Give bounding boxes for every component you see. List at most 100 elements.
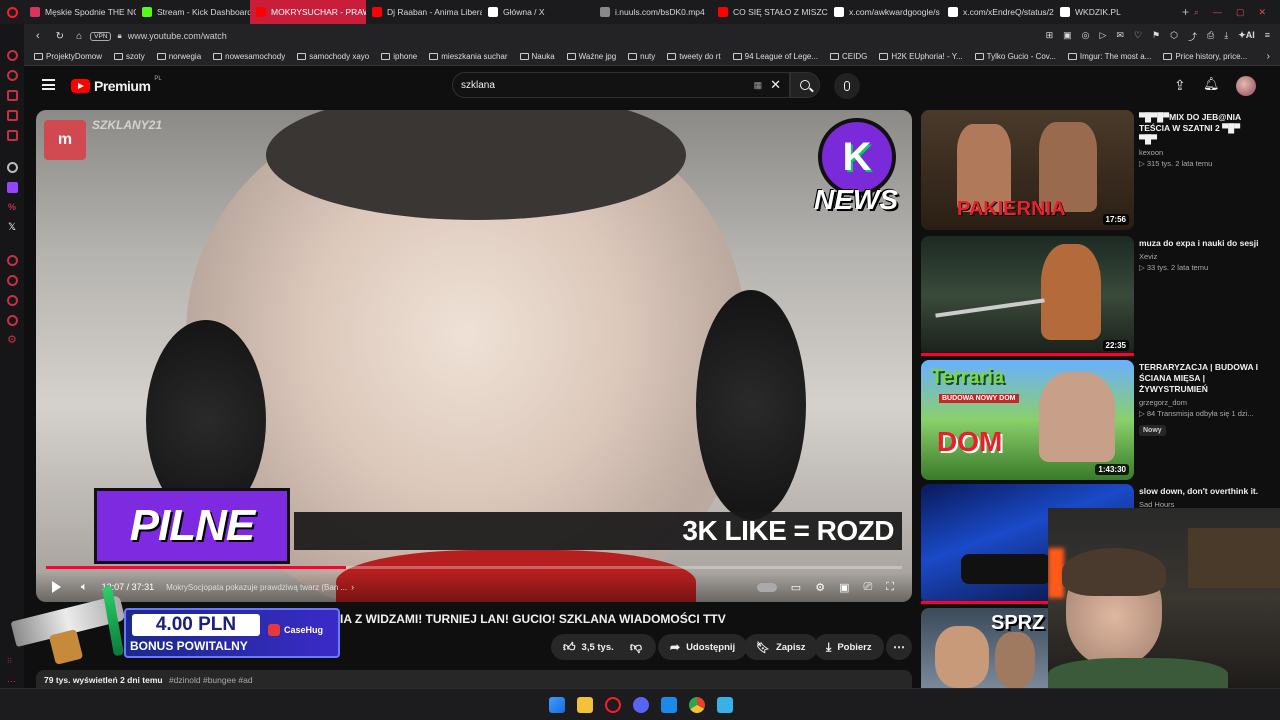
recommended-video-meta[interactable]: ▀█▀█▀MIX DO JEB@NIA TEŚCIA W SZATNI 2 ▀█… bbox=[1139, 112, 1259, 169]
share-button[interactable]: ➦ Udostępnij bbox=[658, 634, 748, 660]
dislike-button[interactable]: 👎︎ bbox=[616, 634, 656, 660]
recommended-video-thumbnail[interactable] bbox=[921, 236, 1134, 356]
youtube-logo[interactable]: Premium PL bbox=[71, 76, 162, 94]
play-button[interactable] bbox=[52, 581, 61, 593]
chrome-taskbar-icon[interactable] bbox=[689, 697, 705, 713]
tab-2[interactable]: MOKRYSUCHAR - PRAWDA bbox=[250, 0, 366, 24]
player-icon[interactable] bbox=[7, 110, 18, 121]
bookmark-item[interactable]: Ważne jpg bbox=[566, 52, 616, 61]
wallet-icon[interactable] bbox=[7, 90, 18, 101]
reload-icon[interactable]: ↻ bbox=[56, 31, 64, 42]
search-box[interactable]: szklana ▦ ✕ bbox=[452, 72, 790, 98]
recommended-title[interactable]: muza do expa i nauki do sesji bbox=[1139, 238, 1259, 249]
settings-icon[interactable]: ⚙ bbox=[7, 333, 17, 346]
volume-icon[interactable]: 🔈︎ bbox=[81, 581, 88, 594]
tab-8[interactable]: x.com/xEndreQ/status/2 bbox=[942, 0, 1054, 24]
subtitles-icon[interactable]: ▭ bbox=[791, 581, 801, 594]
clock-icon[interactable] bbox=[7, 315, 18, 326]
tab-0[interactable]: Męskie Spodnie THE NORTH bbox=[24, 0, 136, 24]
opera-menu-icon[interactable] bbox=[0, 0, 24, 24]
extension-icon-3[interactable]: ◎ bbox=[1082, 30, 1090, 43]
fullscreen-icon[interactable]: ⛶ bbox=[886, 581, 894, 594]
voice-search-button[interactable] bbox=[834, 73, 860, 99]
search-input[interactable]: szklana bbox=[461, 80, 495, 91]
share-icon[interactable]: ⤴ bbox=[1188, 30, 1197, 43]
chapter-chevron-icon[interactable]: › bbox=[351, 582, 354, 592]
chatgpt-icon[interactable] bbox=[7, 162, 18, 173]
recommended-title[interactable]: slow down, don't overthink it. bbox=[1139, 486, 1259, 497]
notifications-bell-icon[interactable]: 🔔︎ bbox=[1203, 76, 1220, 92]
history-icon[interactable] bbox=[7, 255, 18, 266]
clear-search-icon[interactable]: ✕ bbox=[770, 77, 781, 93]
create-upload-icon[interactable]: ⇪ bbox=[1174, 77, 1186, 94]
bookmark-item[interactable]: mieszkania suchar bbox=[429, 52, 508, 61]
more-actions-button[interactable]: ⋯ bbox=[886, 634, 912, 660]
video-player[interactable]: m SZKLANY21 K NEWS PILNE 3K LIKE = ROZD … bbox=[36, 110, 912, 602]
like-button[interactable]: 👍︎ 3,5 tys. bbox=[551, 634, 626, 660]
app-taskbar-icon-blue[interactable] bbox=[661, 697, 677, 713]
settings-gear-icon[interactable]: ⚙ bbox=[815, 581, 825, 594]
bookmark-item[interactable]: nuty bbox=[628, 52, 655, 61]
tab-9[interactable]: WKDZIK.PL bbox=[1054, 0, 1168, 24]
windows-start-icon[interactable] bbox=[549, 697, 565, 713]
url-field[interactable]: www.youtube.com/watch bbox=[128, 31, 227, 41]
extension-icon-6[interactable]: ⚑ bbox=[1152, 30, 1160, 43]
bookmark-item[interactable]: CEIDG bbox=[830, 52, 867, 61]
tab-1[interactable]: Stream - Kick Dashboard bbox=[136, 0, 250, 24]
bookmark-item[interactable]: H2K EUphoria! - Y... bbox=[879, 52, 963, 61]
x-side-icon[interactable]: 𝕏 bbox=[8, 222, 16, 233]
back-icon[interactable]: ‹ bbox=[36, 30, 40, 42]
screenshot-icon[interactable]: ⎙ bbox=[1207, 30, 1214, 43]
opera-taskbar-icon[interactable] bbox=[605, 697, 621, 713]
minimize-icon[interactable]: — bbox=[1213, 7, 1222, 18]
recommended-video-thumbnail[interactable] bbox=[921, 360, 1134, 480]
description-box[interactable]: 79 tys. wyświetleń 2 dni temu #dzinold #… bbox=[36, 670, 912, 690]
hashtags[interactable]: #dzinold #bungee #ad bbox=[169, 675, 253, 685]
bookmark-item[interactable]: iphone bbox=[381, 52, 417, 61]
download-button[interactable]: ⤓ Pobierz bbox=[814, 634, 884, 660]
messenger-icon[interactable] bbox=[7, 50, 18, 61]
bookmark-item[interactable]: Imgur: The most a... bbox=[1067, 52, 1151, 61]
bookmark-item[interactable]: norwegia bbox=[156, 52, 201, 61]
recommended-channel[interactable]: grzegorz_dom bbox=[1139, 398, 1259, 408]
recommended-title[interactable]: TERRARYZACJA | BUDOWA I ŚCIANA MIĘSA | Ż… bbox=[1139, 362, 1259, 395]
chapter-title[interactable]: MokrySocjopata pokazuje prawdziwą twarz … bbox=[166, 583, 347, 592]
hamburger-menu-icon[interactable] bbox=[42, 79, 55, 90]
more-side-icon-2[interactable]: ··· bbox=[7, 676, 16, 686]
progress-track[interactable] bbox=[46, 566, 902, 569]
bookmark-panel-icon[interactable] bbox=[7, 130, 18, 141]
extension-icon-4[interactable]: ▷ bbox=[1100, 30, 1107, 43]
tab-7[interactable]: x.com/awkwardgoogle/s bbox=[828, 0, 942, 24]
bookmarks-more-icon[interactable]: › bbox=[1267, 51, 1270, 62]
miniplayer-icon[interactable]: ▣ bbox=[839, 581, 849, 594]
recommended-video-meta[interactable]: muza do expa i nauki do sesji Xeviz ▷ 33 t… bbox=[1139, 238, 1259, 273]
recommended-title[interactable]: ▀█▀█▀MIX DO JEB@NIA TEŚCIA W SZATNI 2 ▀█… bbox=[1139, 112, 1259, 145]
cube-icon[interactable] bbox=[7, 295, 18, 306]
search-button[interactable] bbox=[790, 72, 820, 98]
new-tab-button[interactable]: + bbox=[1182, 5, 1189, 19]
download-icon[interactable]: ⤓ bbox=[1224, 30, 1228, 43]
heart-icon[interactable] bbox=[7, 275, 18, 286]
bookmark-item[interactable]: Tylko Gucio - Cov... bbox=[974, 52, 1056, 61]
bookmark-item[interactable]: Nauka bbox=[519, 52, 555, 61]
whatsapp-icon[interactable] bbox=[7, 70, 18, 81]
discord-taskbar-icon[interactable] bbox=[633, 697, 649, 713]
extension-icon-5[interactable]: ✉ bbox=[1116, 30, 1124, 43]
file-explorer-icon[interactable] bbox=[577, 697, 593, 713]
recommended-channel[interactable]: kexoon bbox=[1139, 148, 1259, 158]
tab-4[interactable]: Główna / X bbox=[482, 0, 594, 24]
autoplay-toggle[interactable] bbox=[756, 582, 777, 592]
close-window-icon[interactable]: ✕ bbox=[1258, 7, 1266, 18]
bookmark-item[interactable]: samochody xayo bbox=[297, 52, 369, 61]
home-icon[interactable]: ⌂ bbox=[76, 31, 82, 42]
vpn-badge[interactable]: VPN bbox=[90, 31, 112, 41]
bookmark-item[interactable]: tweety do rt bbox=[667, 52, 721, 61]
tab-6[interactable]: CO SIĘ STAŁO Z MISZCZ bbox=[712, 0, 828, 24]
recommended-channel[interactable]: Xeviz bbox=[1139, 252, 1259, 262]
search-tabs-icon[interactable]: ⌕ bbox=[1194, 7, 1199, 18]
notepad-taskbar-icon[interactable] bbox=[717, 697, 733, 713]
save-button[interactable]: 🔖︎ Zapisz bbox=[744, 634, 818, 660]
account-avatar[interactable] bbox=[1236, 76, 1256, 96]
tab-5[interactable]: i.nuuls.com/bsDK0.mp4 bbox=[594, 0, 712, 24]
bookmark-item[interactable]: Price history, price... bbox=[1163, 52, 1247, 61]
